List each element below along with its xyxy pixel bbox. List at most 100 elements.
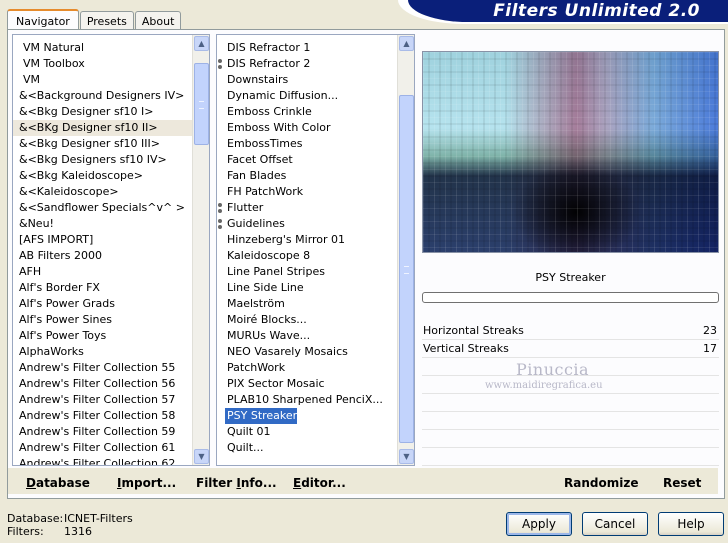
list-item[interactable]: AlphaWorks: [13, 344, 192, 360]
category-list[interactable]: VM Natural VM Toolbox VM &<Background Desig…: [12, 34, 210, 466]
list-item[interactable]: Maelström: [217, 296, 397, 312]
list-item[interactable]: Alf's Power Grads: [13, 296, 192, 312]
list-item-label: &<Bkg Designers sf10 IV>: [19, 153, 167, 166]
list-item[interactable]: PSY Streaker: [225, 408, 297, 424]
list-item[interactable]: Emboss With Color: [217, 120, 397, 136]
list-item-label: Dynamic Diffusion...: [227, 89, 339, 102]
list-item[interactable]: Downstairs: [217, 72, 397, 88]
tab-navigator[interactable]: Navigator: [7, 9, 79, 31]
scroll-down-arrow-icon[interactable]: ▼: [399, 449, 414, 464]
list-item[interactable]: Emboss Crinkle: [217, 104, 397, 120]
database-button[interactable]: Database: [26, 476, 90, 490]
list-item[interactable]: Andrew's Filter Collection 58: [13, 408, 192, 424]
list-item[interactable]: Quilt...: [217, 440, 397, 456]
cancel-button[interactable]: Cancel: [582, 512, 648, 536]
list-item[interactable]: Flutter: [217, 200, 397, 216]
list-item[interactable]: &<Background Designers IV>: [13, 88, 192, 104]
scroll-up-arrow-icon[interactable]: ▲: [399, 36, 414, 51]
list-item[interactable]: &<Kaleidoscope>: [13, 184, 192, 200]
apply-button[interactable]: Apply: [506, 512, 572, 536]
list-item[interactable]: Kaleidoscope 8: [217, 248, 397, 264]
tab-about[interactable]: About: [134, 11, 182, 30]
list-item-label: AB Filters 2000: [19, 249, 103, 262]
list-item[interactable]: Andrew's Filter Collection 55: [13, 360, 192, 376]
list-item[interactable]: VM: [13, 72, 192, 88]
editor-button[interactable]: Editor...: [293, 476, 346, 490]
list-item[interactable]: &Neu!: [13, 216, 192, 232]
list-item[interactable]: Guidelines: [217, 216, 397, 232]
list-item[interactable]: PatchWork: [217, 360, 397, 376]
list-item[interactable]: PIX Sector Mosaic: [217, 376, 397, 392]
category-scroll-thumb[interactable]: [194, 63, 209, 145]
list-item-label: AlphaWorks: [19, 345, 84, 358]
filter-scroll-thumb[interactable]: [399, 95, 414, 443]
list-item[interactable]: Moiré Blocks...: [217, 312, 397, 328]
randomize-button[interactable]: Randomize: [564, 476, 638, 490]
list-item-label: Fan Blades: [227, 169, 287, 182]
list-item[interactable]: &<Sandflower Specials^v^ >: [13, 200, 192, 216]
list-item[interactable]: Andrew's Filter Collection 57: [13, 392, 192, 408]
list-item[interactable]: PLAB10 Sharpened PenciX...: [217, 392, 397, 408]
list-item-label: [AFS IMPORT]: [19, 233, 94, 246]
list-item[interactable]: Quilt 01: [217, 424, 397, 440]
category-scrollbar[interactable]: ▲ ▼: [192, 35, 209, 465]
list-item[interactable]: Andrew's Filter Collection 61: [13, 440, 192, 456]
list-item[interactable]: DIS Refractor 1: [217, 40, 397, 56]
list-item[interactable]: Fan Blades: [217, 168, 397, 184]
list-item[interactable]: MURUs Wave...: [217, 328, 397, 344]
filter-scrollbar[interactable]: ▲ ▼: [397, 35, 414, 465]
list-item[interactable]: Andrew's Filter Collection 62: [13, 456, 192, 465]
param-label: Horizontal Streaks: [423, 324, 524, 337]
list-item-label: &<Bkg Designer sf10 III>: [19, 137, 161, 150]
list-item[interactable]: Dynamic Diffusion...: [217, 88, 397, 104]
list-item[interactable]: Line Side Line: [217, 280, 397, 296]
list-item[interactable]: Andrew's Filter Collection 59: [13, 424, 192, 440]
tab-strip: Navigator Presets About: [7, 8, 182, 31]
list-item[interactable]: Alf's Power Sines: [13, 312, 192, 328]
category-list-items: VM Natural VM Toolbox VM &<Background Desig…: [13, 35, 192, 465]
import-button[interactable]: Import...: [117, 476, 176, 490]
watermark-url: www.maidiregrafica.eu: [485, 380, 603, 391]
param-vertical-streaks[interactable]: Vertical Streaks 17: [422, 340, 719, 358]
list-item[interactable]: VM Toolbox: [13, 56, 192, 72]
list-item[interactable]: [AFS IMPORT]: [13, 232, 192, 248]
preview-image: [422, 51, 719, 253]
list-item-label: PatchWork: [227, 361, 286, 374]
list-item-label: Hinzeberg's Mirror 01: [227, 233, 346, 246]
help-button[interactable]: Help: [658, 512, 724, 536]
param-empty-row: [422, 448, 719, 466]
filter-list-items: DIS Refractor 1 DIS Refractor 2 Downstairs…: [217, 35, 397, 465]
list-item[interactable]: DIS Refractor 2: [217, 56, 397, 72]
tab-presets[interactable]: Presets: [79, 11, 134, 30]
list-item[interactable]: Alf's Power Toys: [13, 328, 192, 344]
list-item[interactable]: Line Panel Stripes: [217, 264, 397, 280]
list-item[interactable]: Andrew's Filter Collection 56: [13, 376, 192, 392]
list-item[interactable]: Hinzeberg's Mirror 01: [217, 232, 397, 248]
list-item-label: Line Panel Stripes: [227, 265, 325, 278]
list-item[interactable]: AFH: [13, 264, 192, 280]
param-horizontal-streaks[interactable]: Horizontal Streaks 23: [422, 322, 719, 340]
list-item[interactable]: Facet Offset: [217, 152, 397, 168]
list-item[interactable]: EmbossTimes: [217, 136, 397, 152]
list-item[interactable]: &<Bkg Designer sf10 I>: [13, 104, 192, 120]
filter-list[interactable]: DIS Refractor 1 DIS Refractor 2 Downstairs…: [216, 34, 415, 466]
list-item[interactable]: Alf's Border FX: [13, 280, 192, 296]
list-item[interactable]: AB Filters 2000: [13, 248, 192, 264]
list-item-label: Kaleidoscope 8: [227, 249, 311, 262]
param-empty-row: [422, 394, 719, 412]
list-item-label: Emboss With Color: [227, 121, 331, 134]
filter-info-button[interactable]: Filter Info...: [196, 476, 277, 490]
list-item[interactable]: &<Bkg Designers sf10 IV>: [13, 152, 192, 168]
list-item[interactable]: VM Natural: [13, 40, 192, 56]
list-item[interactable]: &<BKg Designer sf10 II>: [13, 120, 192, 136]
list-item[interactable]: NEO Vasarely Mosaics: [217, 344, 397, 360]
scroll-down-arrow-icon[interactable]: ▼: [194, 449, 209, 464]
reset-button[interactable]: Reset: [663, 476, 701, 490]
list-item-label: FH PatchWork: [227, 185, 304, 198]
list-item-label: VM Toolbox: [23, 57, 85, 70]
list-item-label: Alf's Power Toys: [19, 329, 107, 342]
list-item[interactable]: &<Bkg Designer sf10 III>: [13, 136, 192, 152]
list-item[interactable]: &<Bkg Kaleidoscope>: [13, 168, 192, 184]
list-item[interactable]: FH PatchWork: [217, 184, 397, 200]
scroll-up-arrow-icon[interactable]: ▲: [194, 36, 209, 51]
